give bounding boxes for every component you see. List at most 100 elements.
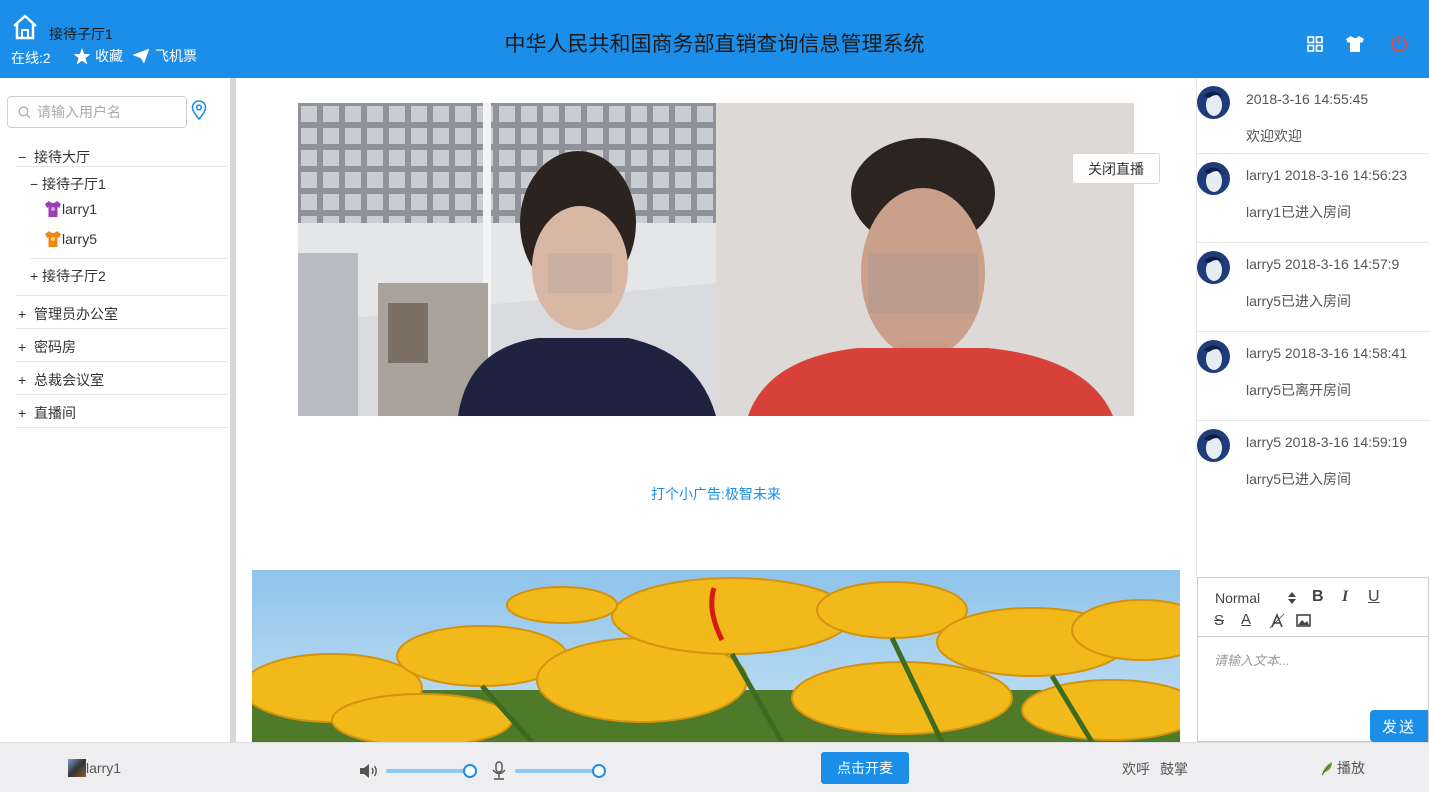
avatar xyxy=(1197,251,1230,284)
microphone-icon[interactable] xyxy=(490,761,508,781)
avatar xyxy=(1197,162,1230,195)
open-mic-button[interactable]: 点击开麦 xyxy=(821,752,909,784)
tree-label-live-room: 直播间 xyxy=(34,405,76,421)
page-title: 中华人民共和国商务部直销查询信息管理系统 xyxy=(504,33,925,56)
favorites-button[interactable]: 收藏 xyxy=(73,46,123,66)
mic-volume-slider[interactable] xyxy=(515,769,601,773)
avatar xyxy=(1197,340,1230,373)
user-shirt-icon xyxy=(45,201,61,217)
power-icon[interactable] xyxy=(1389,34,1409,54)
search-icon xyxy=(18,106,31,118)
user-search-input[interactable] xyxy=(37,104,177,120)
tree-label-reception-hall: 接待大厅 xyxy=(34,149,90,165)
applause-button[interactable]: 鼓掌 xyxy=(1160,759,1188,779)
message-text: larry5已进入房间 xyxy=(1246,293,1352,309)
updown-arrow-icon xyxy=(1288,592,1297,604)
advertisement-link[interactable]: 打个小广告:极智未来 xyxy=(236,484,1196,504)
user-shirt-icon xyxy=(45,231,61,247)
text-color-button[interactable]: A xyxy=(1241,611,1251,628)
tulip-image xyxy=(252,570,1180,742)
volume-slider[interactable] xyxy=(386,769,472,773)
expand-icon: + xyxy=(18,372,27,388)
paper-plane-icon xyxy=(133,49,149,63)
tree-node-ceo-meeting-room[interactable]: + 总裁会议室 xyxy=(18,370,104,390)
format-select[interactable]: Normal xyxy=(1215,590,1297,606)
tree-label-sub-hall-1: 接待子厅1 xyxy=(42,176,106,192)
divider xyxy=(30,258,228,259)
collapse-icon: − xyxy=(30,176,39,192)
current-user-name: larry1 xyxy=(86,760,122,776)
user-search-field[interactable] xyxy=(7,96,187,128)
format-select-value: Normal xyxy=(1215,590,1261,606)
tree-node-password-room[interactable]: + 密码房 xyxy=(18,337,76,357)
mic-volume-slider-handle[interactable] xyxy=(592,764,607,778)
close-live-button[interactable]: 关闭直播 xyxy=(1072,153,1160,184)
tree-node-admin-office[interactable]: + 管理员办公室 xyxy=(18,304,118,324)
strikethrough-button[interactable]: S xyxy=(1214,612,1224,629)
chat-message: larry5 2018-3-16 14:57:9 larry5已进入房间 xyxy=(1197,243,1429,332)
cheer-button[interactable]: 欢呼 xyxy=(1122,759,1150,779)
online-count: 在线:2 xyxy=(11,50,51,66)
chat-panel: 2018-3-16 14:55:45 欢迎欢迎 larry1 2018-3-16… xyxy=(1196,78,1429,578)
star-icon xyxy=(73,47,91,64)
collapse-icon: − xyxy=(18,149,27,165)
expand-icon: + xyxy=(18,405,27,421)
message-meta: larry1 2018-3-16 14:56:23 xyxy=(1246,167,1408,183)
tree-node-live-room[interactable]: + 直播间 xyxy=(18,403,76,423)
message-meta: larry5 2018-3-16 14:57:9 xyxy=(1246,256,1400,272)
volume-slider-handle[interactable] xyxy=(463,764,478,778)
tree-user-label: larry5 xyxy=(62,231,98,247)
image-icon[interactable] xyxy=(1296,614,1311,627)
avatar xyxy=(1197,429,1230,462)
tree-node-reception-hall[interactable]: − 接待大厅 xyxy=(18,147,90,167)
message-text: larry5已离开房间 xyxy=(1246,382,1352,398)
speaker-icon[interactable] xyxy=(359,763,379,779)
favorites-label: 收藏 xyxy=(95,48,123,64)
tree-label-sub-hall-2: 接待子厅2 xyxy=(42,268,106,284)
message-meta: larry5 2018-3-16 14:59:19 xyxy=(1246,434,1408,450)
divider xyxy=(16,295,228,296)
home-icon[interactable] xyxy=(12,13,38,41)
tree-user-label: larry1 xyxy=(62,201,98,217)
expand-icon: + xyxy=(18,306,27,322)
underline-button[interactable]: U xyxy=(1368,588,1380,606)
message-meta: larry5 2018-3-16 14:58:41 xyxy=(1246,345,1408,361)
avatar xyxy=(1197,86,1230,119)
message-meta: 2018-3-16 14:55:45 xyxy=(1246,91,1369,107)
divider xyxy=(16,394,228,395)
play-button[interactable]: 播放 xyxy=(1320,758,1365,778)
main-content: 关闭直播 打个小广告:极智未来 xyxy=(236,78,1196,742)
flight-ticket-label: 飞机票 xyxy=(155,48,197,64)
location-pin-icon[interactable] xyxy=(191,100,207,120)
tree-user-larry5[interactable]: larry5 xyxy=(44,230,97,248)
tree-label-ceo-meeting-room: 总裁会议室 xyxy=(34,372,104,388)
editor-toolbar: Normal B I U S A xyxy=(1198,578,1428,637)
italic-button[interactable]: I xyxy=(1342,588,1348,606)
send-button[interactable]: 发送 xyxy=(1370,710,1428,742)
current-room-name: 接待子厅1 xyxy=(49,26,113,42)
tshirt-icon[interactable] xyxy=(1345,36,1365,52)
header-bar: 接待子厅1 在线:2 收藏 飞机票 中华人民共和国商务部直销查询信息管理系统 xyxy=(0,0,1429,78)
tree-node-sub-hall-2[interactable]: + 接待子厅2 xyxy=(30,266,106,286)
video-frame xyxy=(298,103,1134,416)
chat-message: 2018-3-16 14:55:45 欢迎欢迎 xyxy=(1197,78,1429,154)
live-video-stream[interactable] xyxy=(298,103,1134,416)
message-text: larry1已进入房间 xyxy=(1246,204,1352,220)
divider xyxy=(16,361,228,362)
expand-icon: + xyxy=(18,339,27,355)
divider xyxy=(16,166,228,167)
tree-node-sub-hall-1[interactable]: − 接待子厅1 xyxy=(30,174,106,194)
grid-icon[interactable] xyxy=(1307,36,1323,52)
bold-button[interactable]: B xyxy=(1312,588,1324,606)
play-label: 播放 xyxy=(1337,760,1365,776)
banner-image xyxy=(252,570,1180,742)
flight-ticket-button[interactable]: 飞机票 xyxy=(133,46,197,66)
highlight-icon[interactable] xyxy=(1269,613,1285,629)
tree-label-admin-office: 管理员办公室 xyxy=(34,306,118,322)
message-text-area[interactable]: 请输入文本... xyxy=(1214,650,1290,669)
chat-message: larry5 2018-3-16 14:58:41 larry5已离开房间 xyxy=(1197,332,1429,421)
divider xyxy=(16,427,228,428)
message-text: 欢迎欢迎 xyxy=(1246,128,1302,144)
chat-message: larry1 2018-3-16 14:56:23 larry1已进入房间 xyxy=(1197,154,1429,243)
tree-user-larry1[interactable]: larry1 xyxy=(44,200,97,218)
